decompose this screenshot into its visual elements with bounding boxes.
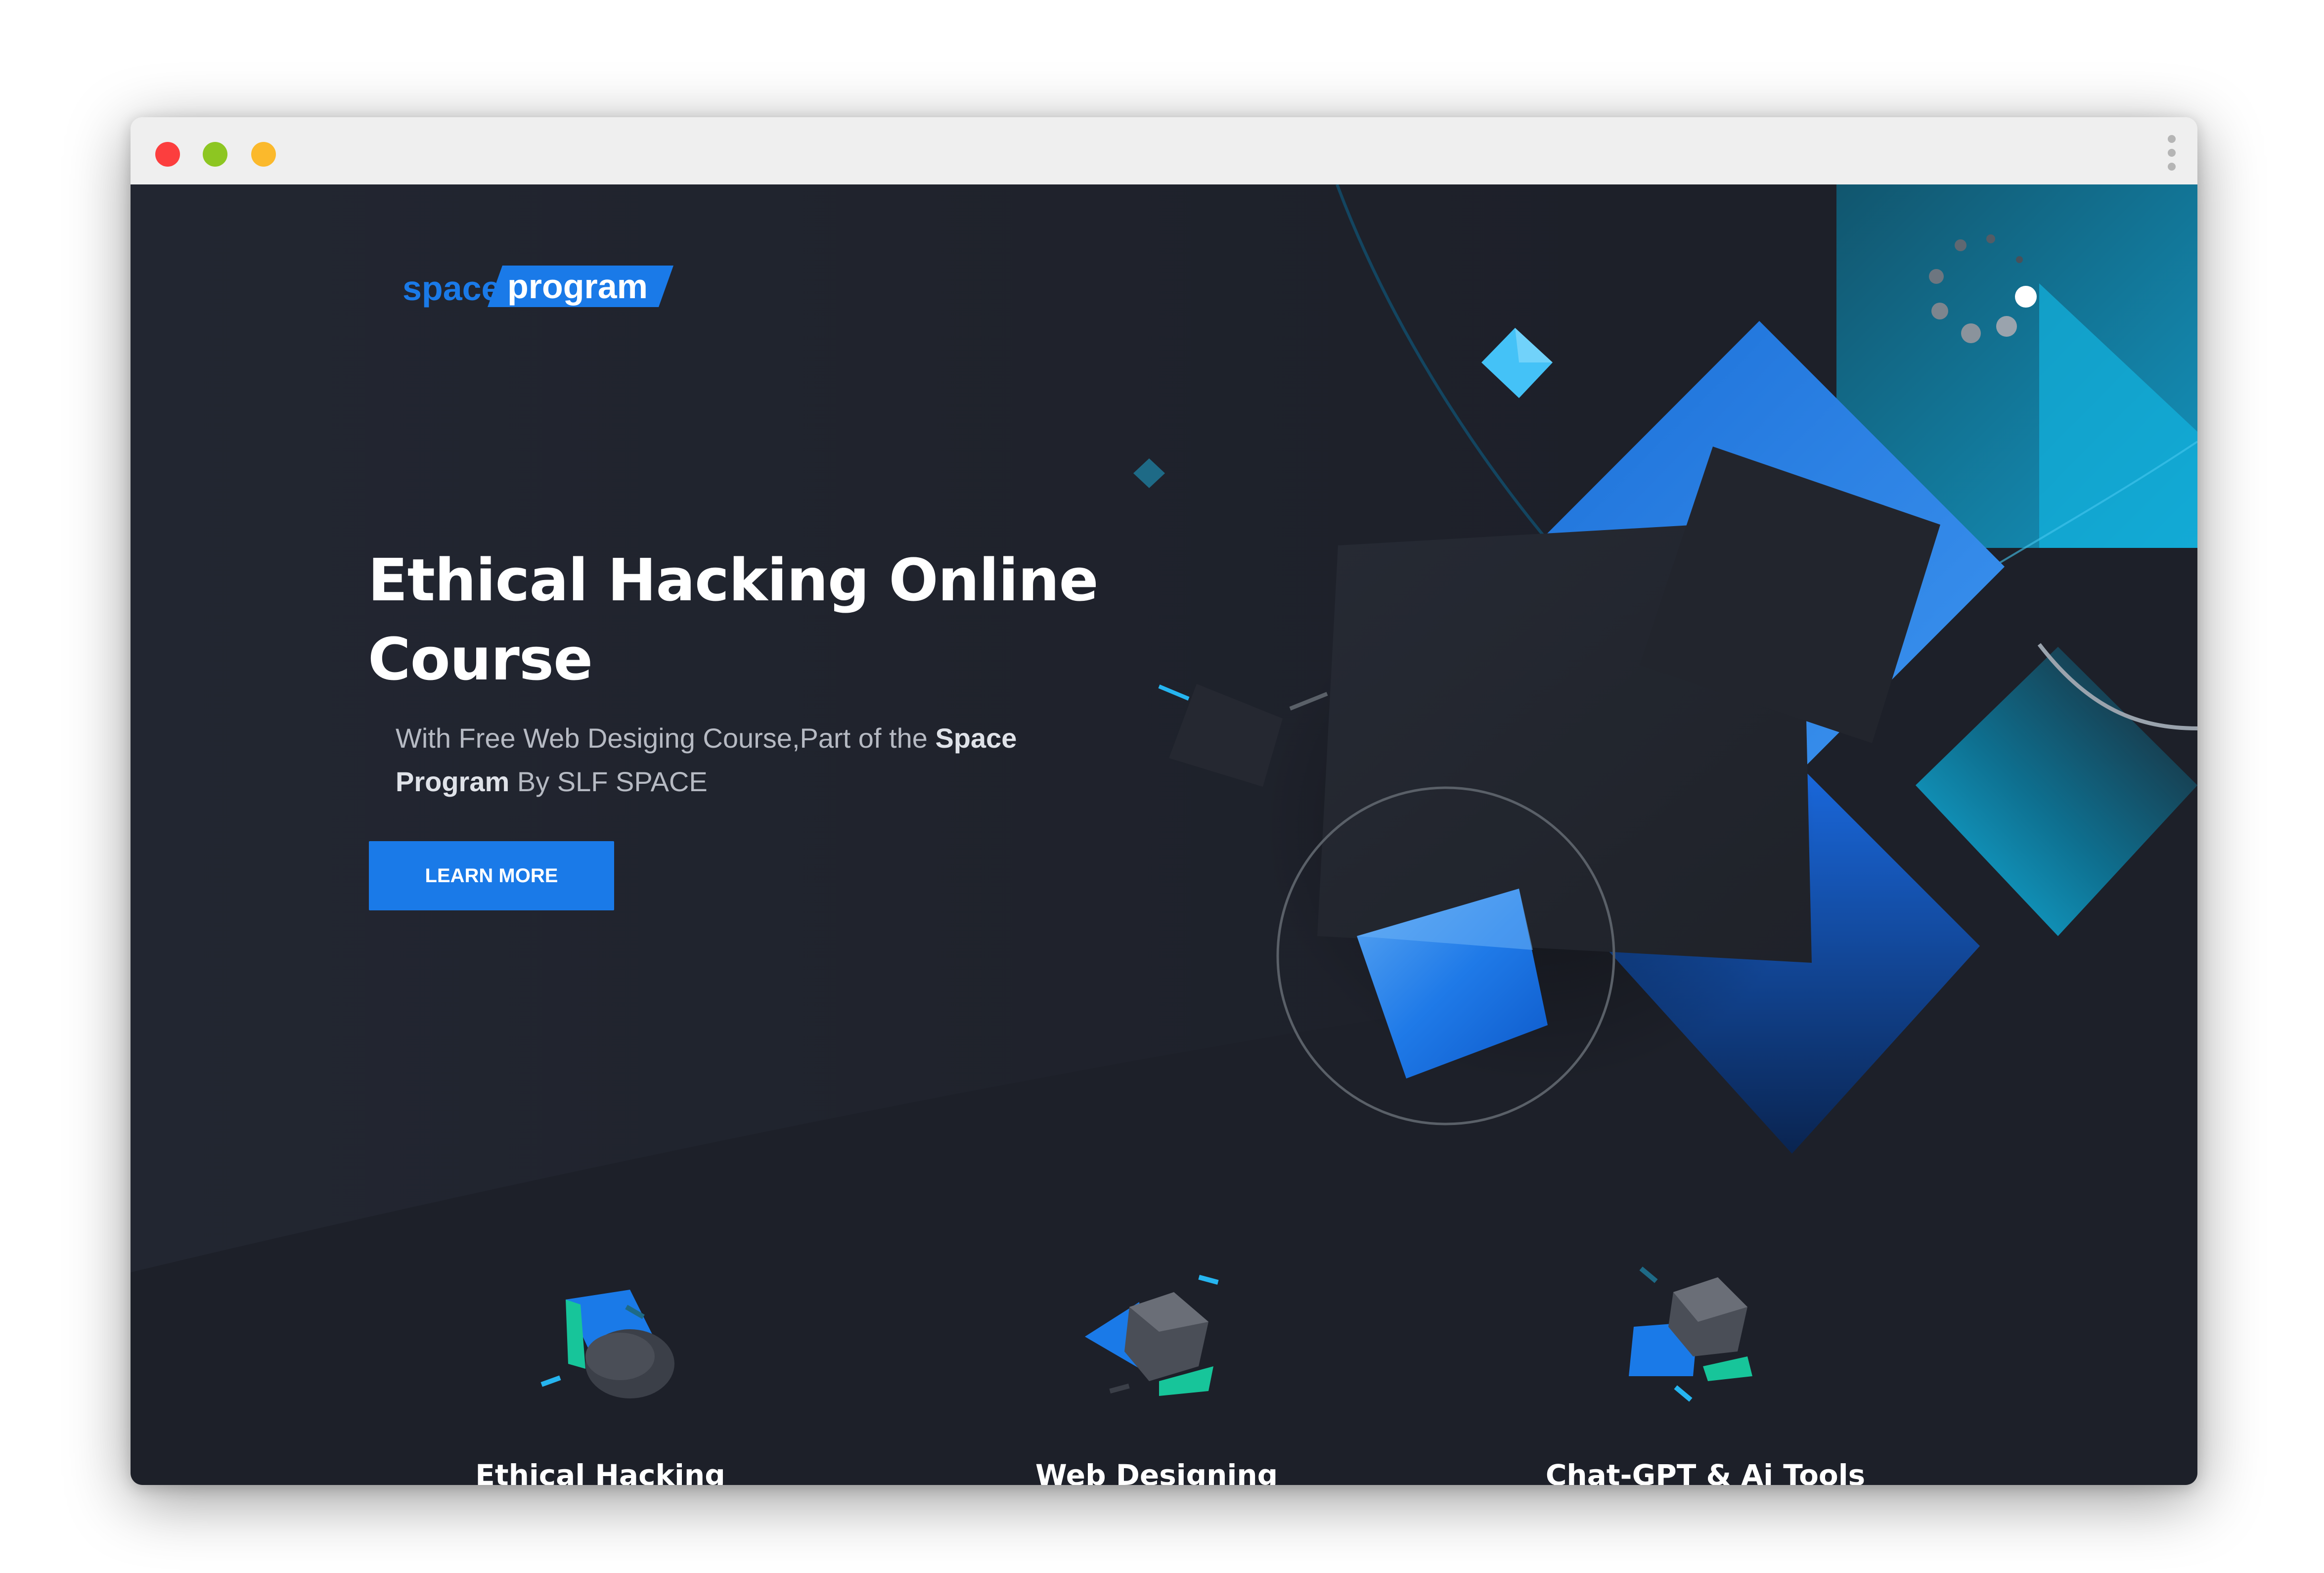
minimize-window-button[interactable] xyxy=(203,142,227,167)
kebab-menu-icon[interactable] xyxy=(2166,135,2178,178)
hero-subtitle-suffix: By SLF SPACE xyxy=(509,766,708,797)
landing-page: space program Ethical Hacking Online Cou… xyxy=(131,184,2197,1485)
feature-title-web-designing: Web Designing xyxy=(1035,1458,1278,1485)
hero-subtitle-bold-program: Program xyxy=(396,766,510,797)
feature-title-chatgpt-ai-tools: Chat-GPT & Ai Tools xyxy=(1545,1458,1866,1485)
spaceprogram-logo[interactable]: space program xyxy=(402,264,679,313)
hero-subtitle: With Free Web Desiging Course,Part of th… xyxy=(396,717,1083,804)
logo-text-space: space xyxy=(402,269,500,308)
logo-text-program: program xyxy=(507,267,648,306)
hero-title: Ethical Hacking Online Course xyxy=(368,540,1110,699)
hero-title-line2: Course xyxy=(368,625,593,693)
hexagon-cube-icon xyxy=(1629,1266,1752,1402)
cube-arrow-icon xyxy=(1085,1274,1219,1396)
cylinder-cube-icon xyxy=(540,1290,674,1398)
hero-title-line1: Ethical Hacking Online xyxy=(368,546,1099,614)
hero-subtitle-text: With Free Web Desiging Course,Part of th… xyxy=(396,722,936,754)
browser-window: space program Ethical Hacking Online Cou… xyxy=(131,117,2197,1485)
learn-more-button[interactable]: LEARN MORE xyxy=(369,841,614,910)
close-window-button[interactable] xyxy=(155,142,180,167)
hero-subtitle-bold-space: Space xyxy=(935,722,1017,754)
window-titlebar xyxy=(131,117,2197,184)
maximize-window-button[interactable] xyxy=(251,142,276,167)
feature-title-ethical-hacking: Ethical Hacking xyxy=(475,1458,725,1485)
